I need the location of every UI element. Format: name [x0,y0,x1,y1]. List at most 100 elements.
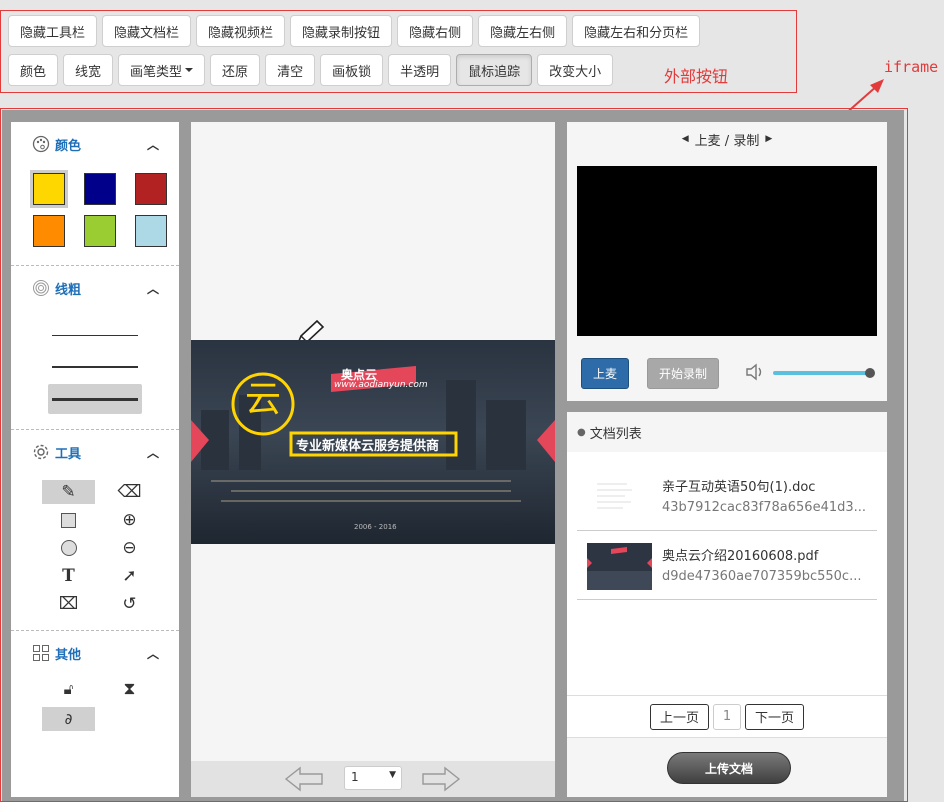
semi-transparent-button[interactable]: 半透明 [388,54,452,86]
external-buttons-row-1: 隐藏工具栏 隐藏文档栏 隐藏视频栏 隐藏录制按钮 隐藏右侧 隐藏左右侧 隐藏左右… [8,15,701,47]
whiteboard[interactable]: 奥点云 www.aodianyun.com 云 专业新媒体云服务提供商 2006… [191,122,555,797]
slide-url: www.aodianyun.com [334,380,428,390]
document-list-panel: ● 文档列表 亲子互动英语50句(1).doc 43b7912cac83f78a… [567,412,887,797]
speaker-icon[interactable] [745,362,767,382]
upload-document-button[interactable]: 上传文档 [667,752,791,784]
doc-thumbnail [587,474,652,521]
color-section-header[interactable]: 颜色 ︿ [11,122,179,166]
prev-page-button[interactable]: 上一页 [649,703,709,730]
color-section: 颜色 ︿ [11,122,179,266]
zoom-in-icon[interactable]: ⊕ [103,508,156,532]
zoom-out-icon[interactable]: ⊖ [103,536,156,560]
caret-down-icon [185,68,194,72]
other-section-header[interactable]: 其他 ︿ [11,631,179,675]
hide-left-right-button[interactable]: 隐藏左右侧 [478,15,568,47]
volume-slider-handle[interactable] [865,368,875,378]
undo-icon[interactable]: ↺ [103,592,156,616]
document-item[interactable]: 亲子互动英语50句(1).doc 43b7912cac83f78a656e41d… [577,462,877,531]
document-name: 奥点云介绍20160608.pdf [662,549,819,564]
pager-bar: 1 ▼ [191,761,555,797]
left-triangle-icon[interactable]: ◀ [682,134,689,144]
other-grid: 🔓︎ ⧗ ∂ [11,675,179,731]
external-buttons-label: 外部按钮 [664,67,729,86]
width-section-title: 线粗 [55,282,82,298]
hide-docbar-button[interactable]: 隐藏文档栏 [102,15,192,47]
width-section: 线粗 ︿ [11,266,179,430]
clear-button[interactable]: 清空 [265,54,316,86]
document-item[interactable]: 奥点云介绍20160608.pdf d9de47360ae707359bc550… [577,531,877,600]
iframe-label: iframe [884,58,939,76]
bullet-icon: ● [577,426,586,438]
line-width-options [11,310,179,429]
right-triangle-icon[interactable]: ▶ [765,134,772,144]
page-select[interactable]: 1 ▼ [344,766,402,790]
grid-icon [33,645,49,661]
start-record-button[interactable]: 开始录制 [647,358,719,389]
upload-area: 上传文档 [567,737,887,797]
palette-icon [32,135,50,153]
chevron-up-icon[interactable]: ︿ [147,444,159,461]
slide-headline: 专业新媒体云服务提供商 [296,439,440,454]
circle-tool-icon[interactable] [42,536,95,560]
video-view [577,166,877,336]
prev-page-arrow-icon[interactable] [284,766,324,792]
clear-shape-icon[interactable]: ⌧ [42,592,95,616]
swatch-red[interactable] [135,173,167,205]
swatch-navy[interactable] [84,173,116,205]
chevron-up-icon[interactable]: ︿ [147,645,159,662]
other-section: 其他 ︿ 🔓︎ ⧗ ∂ [11,631,179,731]
line-width-thick[interactable] [48,384,142,414]
resize-button[interactable]: 改变大小 [537,54,614,86]
page-number[interactable]: 1 [713,703,741,730]
document-hash: d9de47360ae707359bc550c... [662,569,862,584]
swatch-orange[interactable] [33,215,65,247]
media-header: ◀ 上麦 / 录制 ▶ [567,122,887,156]
swatch-yellow[interactable] [30,170,68,208]
hide-toolbar-button[interactable]: 隐藏工具栏 [8,15,98,47]
hide-right-button[interactable]: 隐藏右侧 [397,15,474,47]
pdf-thumbnail [587,543,652,590]
rectangle-tool-icon[interactable] [42,508,95,532]
hourglass-icon[interactable]: ⧗ [103,677,156,701]
tool-section-header[interactable]: 工具 ︿ [11,430,179,474]
mouse-tracking-button[interactable]: 鼠标追踪 [456,54,533,86]
tool-section: 工具 ︿ ✎ ⌫ ⊕ ⊖ T ➚ ⌧ ↺ [11,430,179,631]
width-section-header[interactable]: 线粗 ︿ [11,266,179,310]
pointer-tool-icon[interactable]: ➚ [103,564,156,588]
slide-image: 奥点云 www.aodianyun.com 云 专业新媒体云服务提供商 2006… [191,340,555,544]
caret-down-icon: ▼ [389,770,396,780]
color-swatches [11,166,179,265]
color-button[interactable]: 颜色 [8,54,59,86]
unlock-icon[interactable]: 🔓︎ [42,677,95,701]
pencil-tool-icon[interactable]: ✎ [42,480,95,504]
swatch-green[interactable] [84,215,116,247]
next-page-arrow-icon[interactable] [421,766,461,792]
swatch-lightblue[interactable] [135,215,167,247]
eraser-tool-icon[interactable]: ⌫ [103,480,156,504]
next-page-button[interactable]: 下一页 [745,703,805,730]
brush-type-dropdown[interactable]: 画笔类型 [118,54,206,86]
line-width-button[interactable]: 线宽 [63,54,114,86]
document-hash: 43b7912cac83f78a656e41d3... [662,500,867,515]
line-width-thin[interactable] [48,320,142,350]
brush-type-label: 画笔类型 [130,64,183,80]
mic-up-button[interactable]: 上麦 [581,358,629,389]
concentric-circles-icon [33,280,49,296]
line-width-medium[interactable] [48,352,142,382]
media-title: 上麦 / 录制 [694,133,760,149]
undo-button[interactable]: 还原 [210,54,261,86]
volume-slider[interactable] [773,371,869,375]
tool-panel: 颜色 ︿ 线粗 ︿ 工具 ︿ ✎ ⌫ ⊕ ⊖ T ➚ ⌧ ↺ 其他 ︿ 🔓︎ ⧗… [11,122,179,797]
chevron-up-icon[interactable]: ︿ [147,136,159,153]
hide-videobar-button[interactable]: 隐藏视频栏 [196,15,286,47]
document-name: 亲子互动英语50句(1).doc [662,480,816,495]
hide-record-button[interactable]: 隐藏录制按钮 [290,15,393,47]
mouse-trace-icon[interactable]: ∂ [42,707,95,731]
chevron-up-icon[interactable]: ︿ [147,280,159,297]
board-lock-button[interactable]: 画板锁 [320,54,384,86]
hide-left-right-pager-button[interactable]: 隐藏左右和分页栏 [572,15,701,47]
text-tool-icon[interactable]: T [42,564,95,588]
external-buttons-row-2: 颜色 线宽 画笔类型 还原 清空 画板锁 半透明 鼠标追踪 改变大小 [8,54,614,86]
doc-pager: 上一页 1 下一页 [567,695,887,737]
document-list-title: 文档列表 [589,426,642,442]
